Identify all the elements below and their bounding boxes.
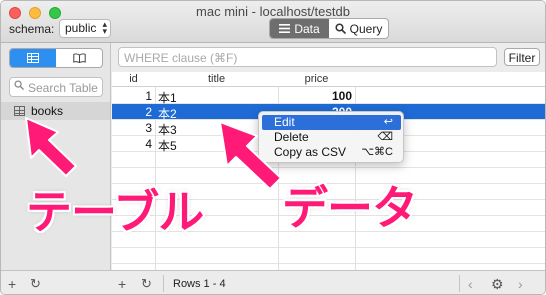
annotation-arrows <box>25 117 282 190</box>
annotation-data-label: データ <box>282 181 418 235</box>
annotation-table-label: テーブル <box>26 185 204 239</box>
arrow-icon <box>219 121 282 190</box>
arrow-icon <box>25 117 77 177</box>
